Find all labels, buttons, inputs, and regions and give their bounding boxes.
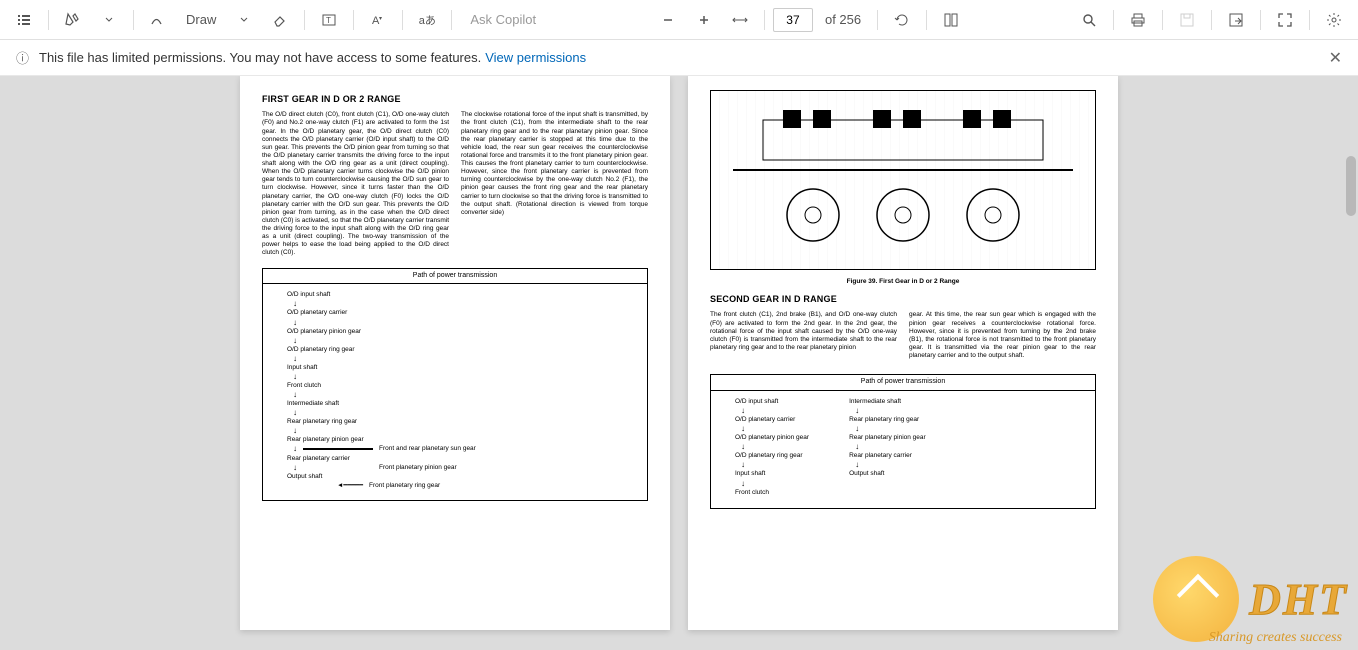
page-heading: FIRST GEAR IN D OR 2 RANGE [262, 94, 648, 105]
page-total-label: of 256 [817, 12, 869, 27]
copilot-input[interactable]: Ask Copilot [460, 12, 546, 27]
flow-step: O/D planetary carrier [287, 309, 623, 317]
text-style-icon[interactable]: A▾ [362, 4, 394, 36]
zoom-in-icon[interactable] [688, 4, 720, 36]
pdf-toolbar: Draw T A▾ aあ Ask Copilot of 256 [0, 0, 1358, 40]
transmission-diagram [710, 90, 1096, 270]
power-path-box: Path of power transmission O/D input sha… [262, 268, 648, 502]
zoom-out-icon[interactable] [652, 4, 684, 36]
page-view-icon[interactable] [935, 4, 967, 36]
highlight-dropdown-icon[interactable] [93, 4, 125, 36]
view-permissions-link[interactable]: View permissions [485, 50, 586, 65]
diagram-caption: Figure 39. First Gear in D or 2 Range [710, 278, 1096, 286]
flow-step: Rear planetary ring gear [287, 418, 623, 426]
flow-step: Rear planetary carrier [287, 455, 623, 463]
power-path-box-2: Path of power transmission O/D input sha… [710, 374, 1096, 509]
watermark-tagline: Sharing creates success [1209, 630, 1342, 646]
flow-step: Rear planetary pinion gear [287, 436, 623, 444]
translate-icon[interactable]: aあ [411, 4, 443, 36]
flow-step: O/D input shaft [287, 291, 623, 299]
permission-notification: ⓘ This file has limited permissions. You… [0, 40, 1358, 76]
notification-text: This file has limited permissions. You m… [39, 50, 481, 65]
flow-step: Output shaft [287, 473, 623, 481]
page-number-input[interactable] [773, 8, 813, 32]
flow-step: Intermediate shaft [287, 400, 623, 408]
info-icon: ⓘ [16, 48, 29, 67]
settings-icon[interactable] [1318, 4, 1350, 36]
draw-button[interactable]: Draw [178, 4, 224, 36]
vertical-scrollbar-thumb[interactable] [1346, 156, 1356, 216]
body-text-col1: The O/D direct clutch (C0), front clutch… [262, 111, 449, 257]
fullscreen-icon[interactable] [1269, 4, 1301, 36]
fit-width-icon[interactable] [724, 4, 756, 36]
pdf-page-right: Figure 39. First Gear in D or 2 Range SE… [688, 76, 1118, 630]
path-box-title: Path of power transmission [263, 269, 647, 285]
contents-icon[interactable] [8, 4, 40, 36]
flow-step: O/D planetary ring gear [287, 346, 623, 354]
flow-step: Front clutch [287, 382, 623, 390]
page-heading-2: SECOND GEAR IN D RANGE [710, 294, 1096, 305]
body-text-col2: gear. At this time, the rear sun gear wh… [909, 311, 1096, 360]
pdf-page-left: FIRST GEAR IN D OR 2 RANGE The O/D direc… [240, 76, 670, 630]
highlight-icon[interactable] [57, 4, 89, 36]
draw-icon[interactable] [142, 4, 174, 36]
body-text-col1: The front clutch (C1), 2nd brake (B1), a… [710, 311, 897, 352]
svg-text:T: T [326, 16, 331, 25]
search-icon[interactable] [1073, 4, 1105, 36]
svg-text:▾: ▾ [379, 16, 382, 22]
body-text-col2: The clockwise rotational force of the in… [461, 111, 648, 217]
draw-dropdown-icon[interactable] [228, 4, 260, 36]
save-icon[interactable] [1171, 4, 1203, 36]
flow-step: Input shaft [287, 364, 623, 372]
save-as-icon[interactable] [1220, 4, 1252, 36]
erase-icon[interactable] [264, 4, 296, 36]
close-notification-icon[interactable]: ✕ [1329, 48, 1342, 68]
path-box-title: Path of power transmission [711, 375, 1095, 391]
print-icon[interactable] [1122, 4, 1154, 36]
textbox-icon[interactable]: T [313, 4, 345, 36]
flow-step: O/D planetary pinion gear [287, 328, 623, 336]
pdf-viewer[interactable]: FIRST GEAR IN D OR 2 RANGE The O/D direc… [0, 76, 1358, 650]
rotate-icon[interactable] [886, 4, 918, 36]
